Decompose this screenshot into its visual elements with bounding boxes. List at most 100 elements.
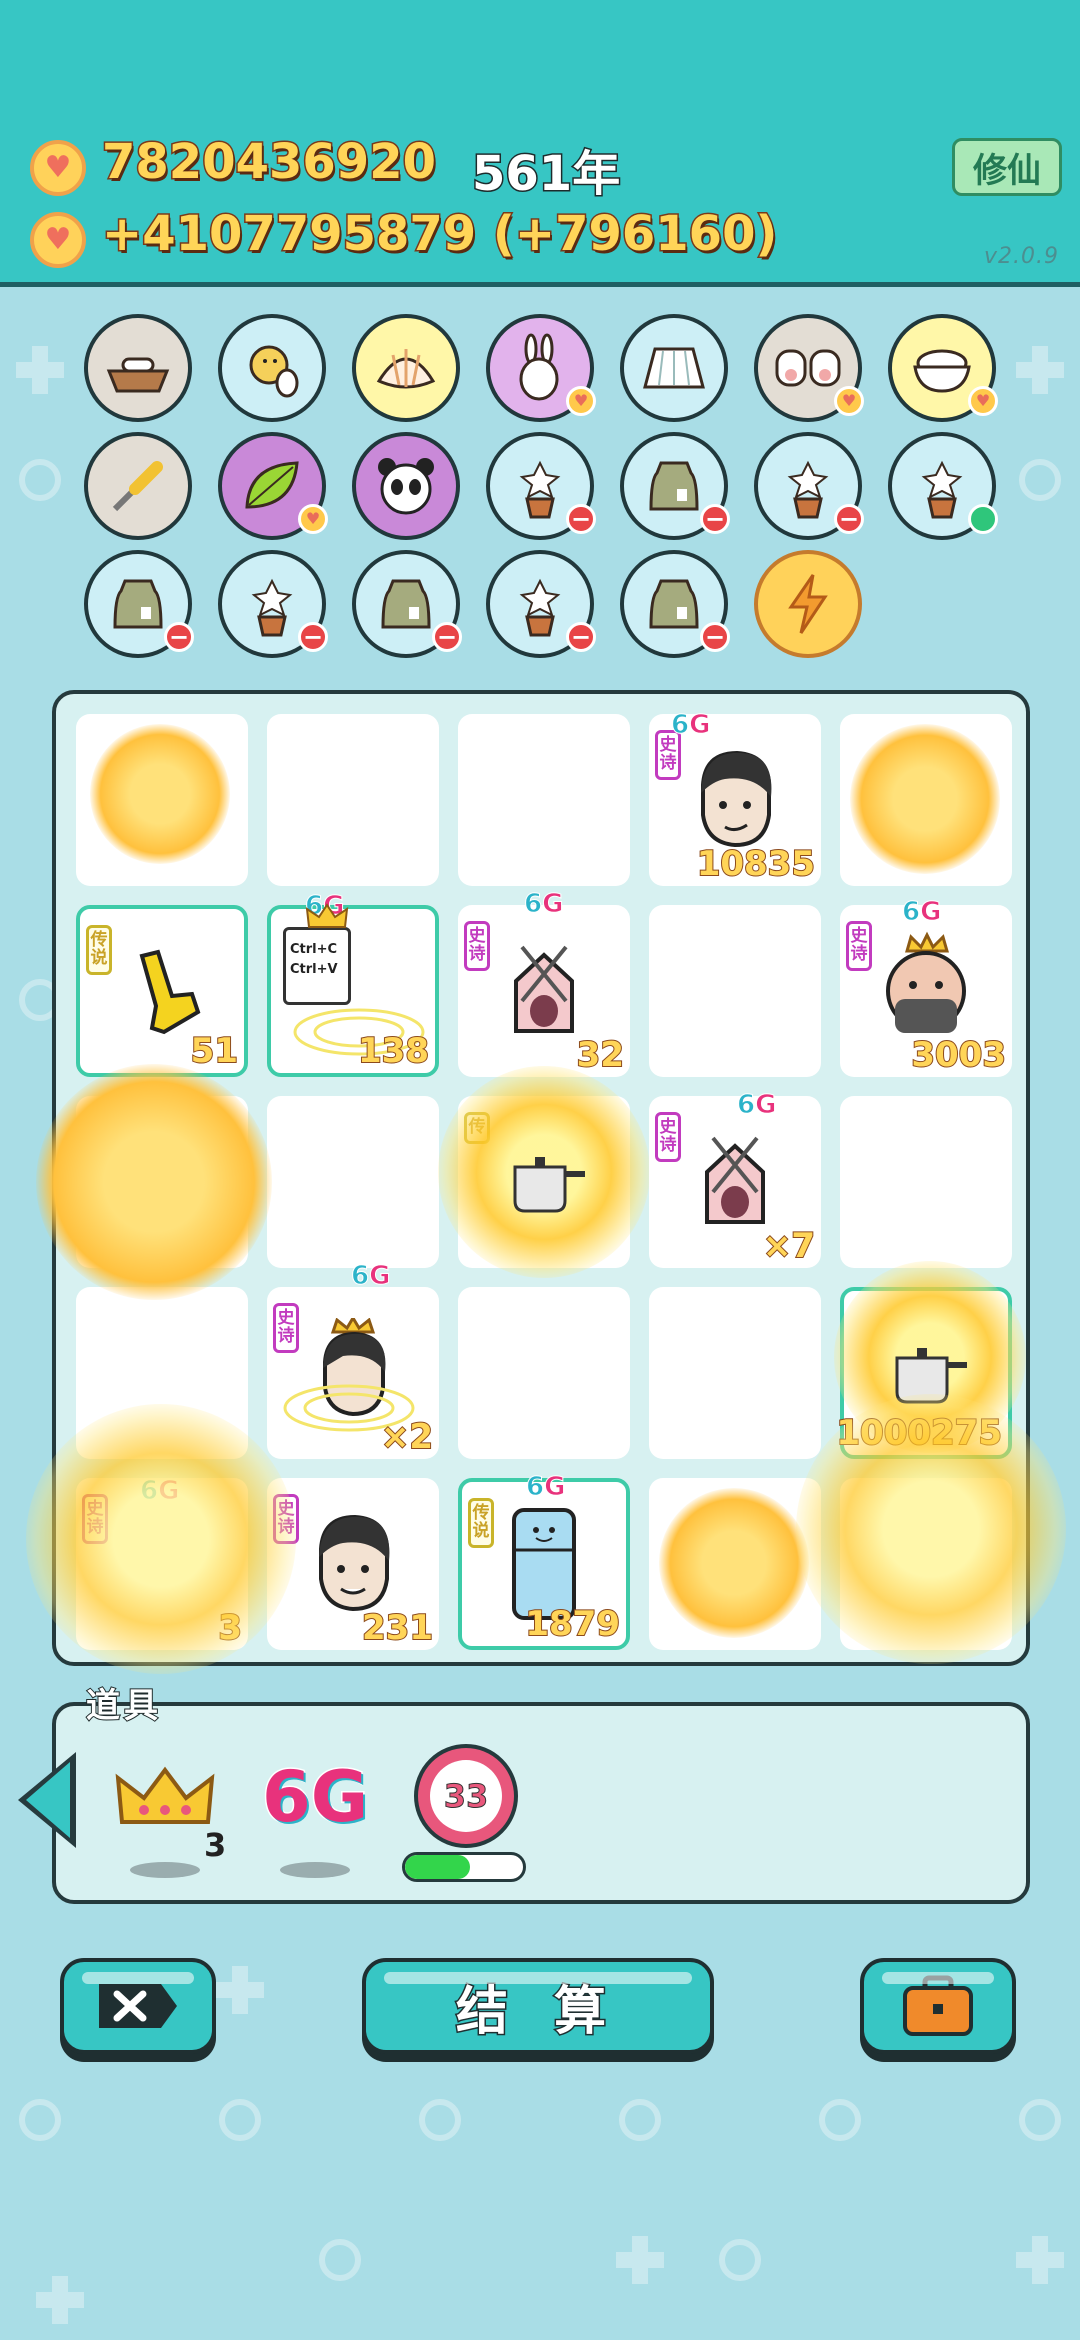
seashell-item[interactable]	[352, 314, 460, 422]
heart-badge-icon: ♥	[298, 504, 328, 534]
merge-board: 史诗 6G 10835 传说 51 6G Ctrl+C Ctrl+V 138 史…	[26, 690, 1066, 1674]
glow-effect	[26, 1404, 296, 1674]
minus-badge-icon: −	[432, 622, 462, 652]
minus-badge-icon: −	[566, 504, 596, 534]
leaf-item[interactable]: ♥	[218, 432, 328, 540]
sixg-label: 6G	[670, 710, 711, 741]
coin-icon: ♥	[30, 140, 86, 196]
bearded-man-icon	[886, 931, 966, 1033]
board-cell[interactable]	[649, 905, 821, 1077]
flower-pot-item[interactable]: −	[218, 550, 328, 658]
cell-value: ×2	[380, 1416, 434, 1458]
sixg-tool[interactable]: 6G	[260, 1755, 369, 1840]
timer-progress-fill	[405, 1855, 470, 1879]
board-cell[interactable]: 史诗 6G 3003	[840, 897, 1012, 1077]
cows-item[interactable]: ♥	[754, 314, 864, 422]
lightning-item[interactable]	[754, 550, 862, 658]
rabbit-icon	[519, 333, 559, 401]
years-counter: 561年	[470, 145, 621, 204]
pet-house-icon	[705, 1136, 765, 1224]
minus-badge-icon: −	[164, 622, 194, 652]
legend-tag: 传说	[468, 1498, 494, 1548]
pressure-cooker-icon	[513, 1157, 585, 1213]
version-label: v2.0.9	[984, 244, 1059, 269]
board-cell[interactable]	[649, 1478, 821, 1650]
coin-pile	[90, 724, 230, 864]
cell-value: 1879	[524, 1603, 621, 1645]
board-cell[interactable]	[840, 1096, 1012, 1268]
coins-total: 7820436920	[101, 133, 438, 192]
epic-tag: 史诗	[464, 921, 490, 971]
minus-badge-icon: −	[700, 622, 730, 652]
coin-pile	[659, 1488, 809, 1638]
garbage-bag-item[interactable]: −	[620, 432, 730, 540]
board-cell[interactable]	[458, 714, 630, 886]
crown-icon	[305, 903, 349, 928]
flower-pot-item[interactable]	[888, 432, 998, 540]
man-face-icon	[319, 1514, 390, 1612]
flower-pot-item[interactable]: −	[486, 550, 596, 658]
rabbit-item[interactable]: ♥	[486, 314, 596, 422]
rice-bowl-icon	[913, 349, 971, 393]
potted-flower-icon	[251, 578, 293, 637]
seashell-icon	[376, 349, 436, 389]
cell-value: 3003	[910, 1034, 1007, 1076]
chick-egg-icon	[249, 345, 299, 398]
close-icon	[99, 1984, 177, 2028]
board-cell[interactable]	[649, 1287, 821, 1459]
dog-bowl-icon	[106, 357, 170, 393]
panda-icon	[378, 458, 434, 515]
board-cell[interactable]: 史诗 6G ×7	[649, 1090, 821, 1268]
potted-flower-icon	[787, 460, 829, 519]
panda-item[interactable]	[352, 432, 460, 540]
man-face-icon	[701, 750, 772, 848]
close-button[interactable]	[60, 1958, 216, 2054]
board-cell[interactable]	[267, 714, 439, 886]
garbage-bag-icon	[649, 461, 699, 511]
screwdriver-item[interactable]	[84, 432, 192, 540]
board-cell[interactable]: 传说 51	[76, 905, 248, 1077]
sixg-shadow	[280, 1862, 350, 1878]
timer-tool-icon[interactable]: 33	[414, 1744, 518, 1848]
garbage-bag-item[interactable]: −	[620, 550, 730, 658]
coin-rate-icon: ♥	[30, 212, 86, 268]
garbage-bag-item[interactable]: −	[84, 550, 194, 658]
coin-burst-effect	[36, 1064, 272, 1300]
flower-pot-item[interactable]: −	[486, 432, 596, 540]
board-cell[interactable]: 史诗 6G 32	[458, 889, 630, 1077]
flower-pot-item[interactable]: −	[754, 432, 864, 540]
board-cell[interactable]: 传说 6G 1879	[458, 1472, 630, 1650]
epic-tag: 史诗	[846, 921, 872, 971]
board-cell[interactable]	[840, 714, 1012, 886]
pet-house-icon	[514, 945, 574, 1033]
skirt-item[interactable]	[620, 314, 728, 422]
button-shine	[882, 1972, 994, 1984]
board-cell[interactable]	[76, 714, 248, 886]
xiuxian-button[interactable]: 修仙	[952, 138, 1062, 196]
heart-badge-icon: ♥	[834, 386, 864, 416]
board-cell[interactable]: 史诗 6G 10835	[649, 710, 821, 886]
garbage-bag-icon	[381, 579, 431, 629]
dog-bowl-item[interactable]	[84, 314, 192, 422]
glow-effect	[796, 1394, 1066, 1664]
minus-badge-icon: −	[834, 504, 864, 534]
board-cell[interactable]: 传	[438, 1066, 650, 1278]
board-cell[interactable]	[267, 1096, 439, 1268]
settle-button[interactable]: 结 算	[362, 1958, 714, 2054]
tools-label: 道具	[85, 1685, 162, 1727]
garbage-bag-item[interactable]: −	[352, 550, 462, 658]
chick-item[interactable]	[218, 314, 326, 422]
board-cell[interactable]	[458, 1287, 630, 1459]
bag-button[interactable]	[860, 1958, 1016, 2054]
cell-value: 32	[576, 1034, 625, 1076]
button-shine	[82, 1972, 194, 1984]
sixg-label: 6G	[901, 897, 942, 928]
leaf-icon	[245, 461, 299, 509]
tools-left-arrow-icon[interactable]	[18, 1752, 76, 1848]
board-cell[interactable]: 6G Ctrl+C Ctrl+V 138	[267, 891, 439, 1077]
timer-value: 33	[430, 1760, 502, 1832]
crown-tool-icon[interactable]	[114, 1764, 216, 1830]
board-cell[interactable]: 史诗 6G ×2	[267, 1261, 439, 1459]
heart-badge-icon: ♥	[968, 386, 998, 416]
rice-bowl-item[interactable]: ♥	[888, 314, 998, 422]
